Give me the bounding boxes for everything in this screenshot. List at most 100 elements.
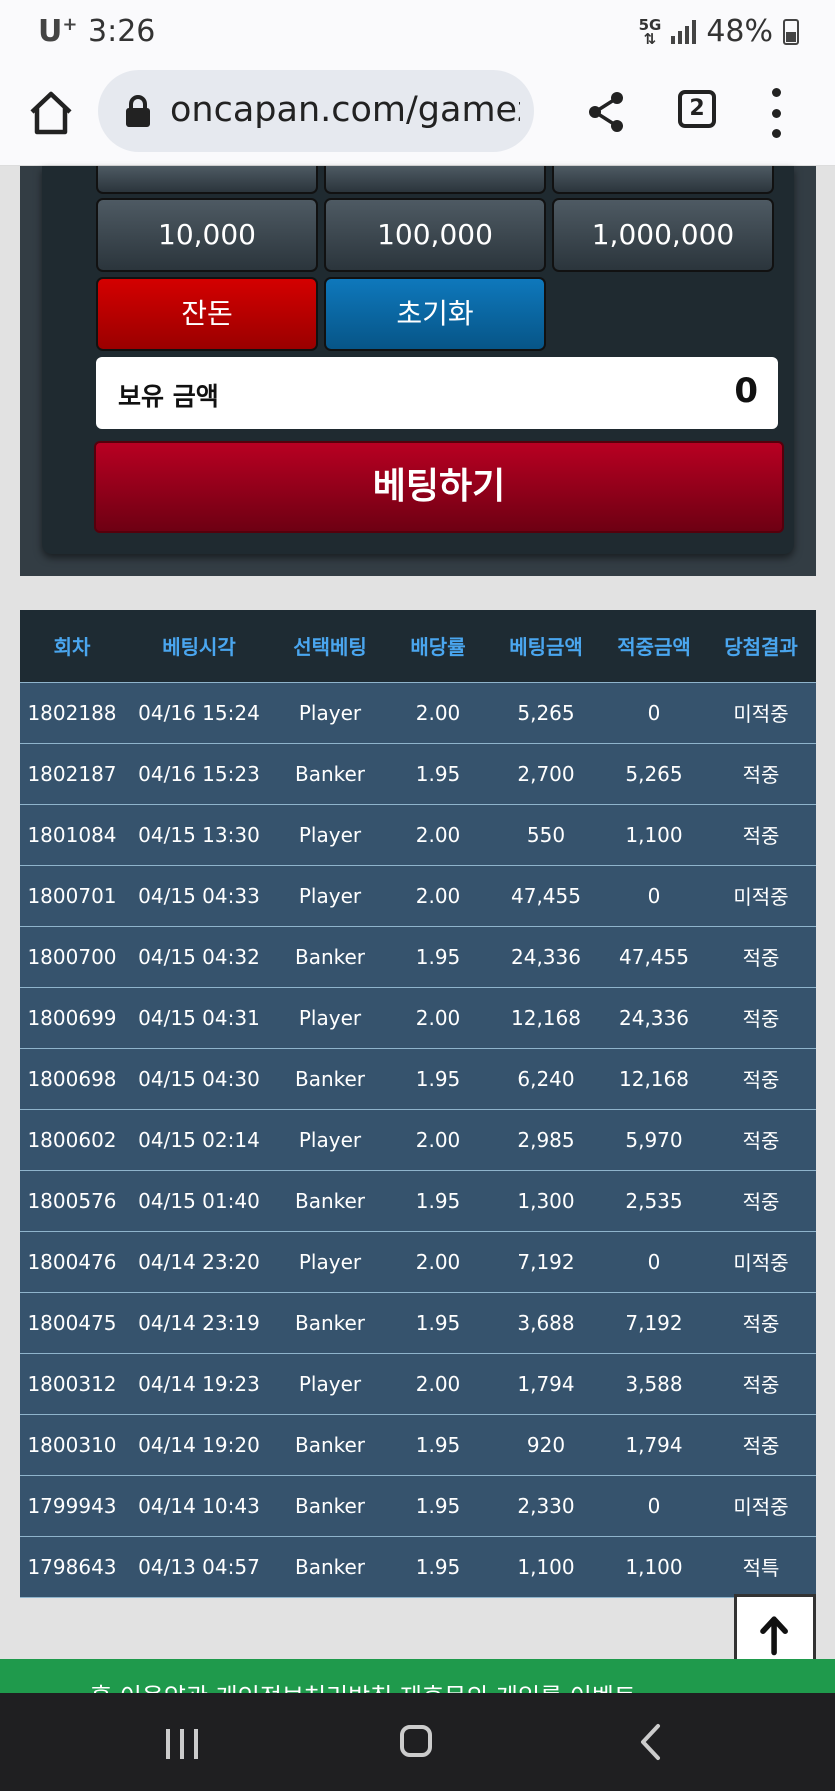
recents-icon[interactable] (166, 1729, 198, 1759)
cell-bet-time: 04/14 19:23 (124, 1352, 274, 1414)
tabs-icon[interactable]: 2 (678, 90, 716, 128)
cell-odds: 1.95 (386, 1169, 490, 1231)
cell-result: 적중 (706, 925, 816, 987)
cell-bet-amount: 12,168 (490, 986, 602, 1048)
cell-odds: 2.00 (386, 1108, 490, 1170)
table-row: 1798643 04/13 04:57 Banker 1.95 1,100 1,100 적특 (20, 1535, 816, 1598)
cell-win-amount: 7,192 (602, 1291, 706, 1353)
balance-value: 0 (734, 371, 758, 411)
cell-round: 1801084 (20, 803, 124, 865)
back-icon[interactable] (636, 1723, 666, 1761)
cell-pick: Player (274, 864, 386, 926)
footer-links[interactable]: 홈 이용약관 개인정보처리방침 제휴문의 게임룰 이벤트 (90, 1677, 636, 1693)
chip-button-partial[interactable] (96, 166, 318, 194)
cell-result: 적중 (706, 986, 816, 1048)
cell-round: 1800699 (20, 986, 124, 1048)
site-footer: 홈 이용약관 개인정보처리방침 제휴문의 게임룰 이벤트 (0, 1659, 835, 1693)
status-bar: U+ 3:26 5G ⇅ 48% (0, 0, 835, 64)
cell-round: 1800602 (20, 1108, 124, 1170)
place-bet-button[interactable]: 베팅하기 (94, 441, 784, 533)
cell-bet-amount: 7,192 (490, 1230, 602, 1292)
cell-round: 1800476 (20, 1230, 124, 1292)
cell-bet-amount: 6,240 (490, 1047, 602, 1109)
cell-win-amount: 47,455 (602, 925, 706, 987)
cell-bet-time: 04/14 23:20 (124, 1230, 274, 1292)
cell-bet-time: 04/15 04:30 (124, 1047, 274, 1109)
table-body: 1802188 04/16 15:24 Player 2.00 5,265 0 미적중 180… (20, 681, 816, 1598)
url-text: oncapan.com/gamezc (170, 90, 520, 130)
change-button[interactable]: 잔돈 (96, 277, 318, 351)
cell-win-amount: 5,265 (602, 742, 706, 804)
table-row: 1800700 04/15 04:32 Banker 1.95 24,336 47,455… (20, 925, 816, 987)
share-icon[interactable] (586, 90, 626, 134)
cell-round: 1800701 (20, 864, 124, 926)
cell-round: 1802188 (20, 681, 124, 743)
header-bet-amount: 베팅금액 (490, 610, 602, 682)
home-nav-icon[interactable] (400, 1725, 432, 1757)
cell-pick: Banker (274, 742, 386, 804)
cell-result: 적특 (706, 1535, 816, 1598)
cell-win-amount: 0 (602, 1474, 706, 1536)
cell-odds: 1.95 (386, 1535, 490, 1598)
cell-win-amount: 5,970 (602, 1108, 706, 1170)
cell-bet-amount: 920 (490, 1413, 602, 1475)
cell-bet-amount: 2,330 (490, 1474, 602, 1536)
address-bar[interactable]: oncapan.com/gamezc (98, 70, 534, 152)
balance-label: 보유 금액 (118, 382, 219, 411)
table-row: 1800475 04/14 23:19 Banker 1.95 3,688 7,192 적중 (20, 1291, 816, 1353)
more-vert-icon[interactable] (766, 88, 786, 138)
cell-bet-amount: 5,265 (490, 681, 602, 743)
table-row: 1800701 04/15 04:33 Player 2.00 47,455 0 미적중 (20, 864, 816, 926)
table-row: 1802188 04/16 15:24 Player 2.00 5,265 0 미적중 (20, 681, 816, 743)
cell-pick: Player (274, 681, 386, 743)
cell-odds: 2.00 (386, 986, 490, 1048)
header-result: 당첨결과 (706, 610, 816, 682)
system-nav-bar (0, 1693, 835, 1791)
cell-bet-time: 04/13 04:57 (124, 1535, 274, 1598)
header-win-amount: 적중금액 (602, 610, 706, 682)
cell-round: 1800475 (20, 1291, 124, 1353)
cell-bet-time: 04/14 10:43 (124, 1474, 274, 1536)
table-row: 1801084 04/15 13:30 Player 2.00 550 1,100 적중 (20, 803, 816, 865)
cell-bet-amount: 550 (490, 803, 602, 865)
header-pick: 선택베팅 (274, 610, 386, 682)
header-bet-time: 베팅시각 (124, 610, 274, 682)
betting-panel-inner: 10,000 100,000 1,000,000 잔돈 초기화 보유 금액 0 … (42, 166, 794, 554)
cell-bet-time: 04/16 15:24 (124, 681, 274, 743)
table-row: 1800312 04/14 19:23 Player 2.00 1,794 3,588 적중 (20, 1352, 816, 1414)
cell-result: 적중 (706, 1169, 816, 1231)
cell-round: 1800310 (20, 1413, 124, 1475)
home-icon[interactable] (26, 88, 76, 138)
cell-win-amount: 3,588 (602, 1352, 706, 1414)
chip-button-10000[interactable]: 10,000 (96, 198, 318, 272)
cell-result: 적중 (706, 1291, 816, 1353)
cell-odds: 1.95 (386, 1047, 490, 1109)
status-time: 3:26 (88, 14, 156, 49)
chip-button-partial[interactable] (552, 166, 774, 194)
chip-button-100000[interactable]: 100,000 (324, 198, 546, 272)
header-odds: 배당률 (386, 610, 490, 682)
cell-odds: 2.00 (386, 681, 490, 743)
cell-odds: 1.95 (386, 742, 490, 804)
cell-result: 적중 (706, 1352, 816, 1414)
cell-bet-amount: 1,100 (490, 1535, 602, 1598)
cell-odds: 1.95 (386, 1291, 490, 1353)
cell-bet-time: 04/16 15:23 (124, 742, 274, 804)
cell-round: 1800698 (20, 1047, 124, 1109)
chip-button-partial[interactable] (324, 166, 546, 194)
cell-pick: Banker (274, 1413, 386, 1475)
cell-win-amount: 0 (602, 1230, 706, 1292)
network-5g-icon: 5G ⇅ (638, 15, 662, 48)
cell-pick: Banker (274, 1169, 386, 1231)
cell-win-amount: 0 (602, 864, 706, 926)
reset-button[interactable]: 초기화 (324, 277, 546, 351)
carrier-label: U+ (38, 14, 78, 49)
chip-button-1000000[interactable]: 1,000,000 (552, 198, 774, 272)
signal-icon (671, 19, 697, 44)
cell-bet-time: 04/15 04:32 (124, 925, 274, 987)
cell-win-amount: 24,336 (602, 986, 706, 1048)
table-header-row: 회차 베팅시각 선택베팅 배당률 베팅금액 적중금액 당첨결과 (20, 610, 816, 682)
cell-odds: 2.00 (386, 864, 490, 926)
bet-history-table: 회차 베팅시각 선택베팅 배당률 베팅금액 적중금액 당첨결과 1802188 0… (20, 610, 816, 1598)
betting-panel: 10,000 100,000 1,000,000 잔돈 초기화 보유 금액 0 … (20, 166, 816, 576)
